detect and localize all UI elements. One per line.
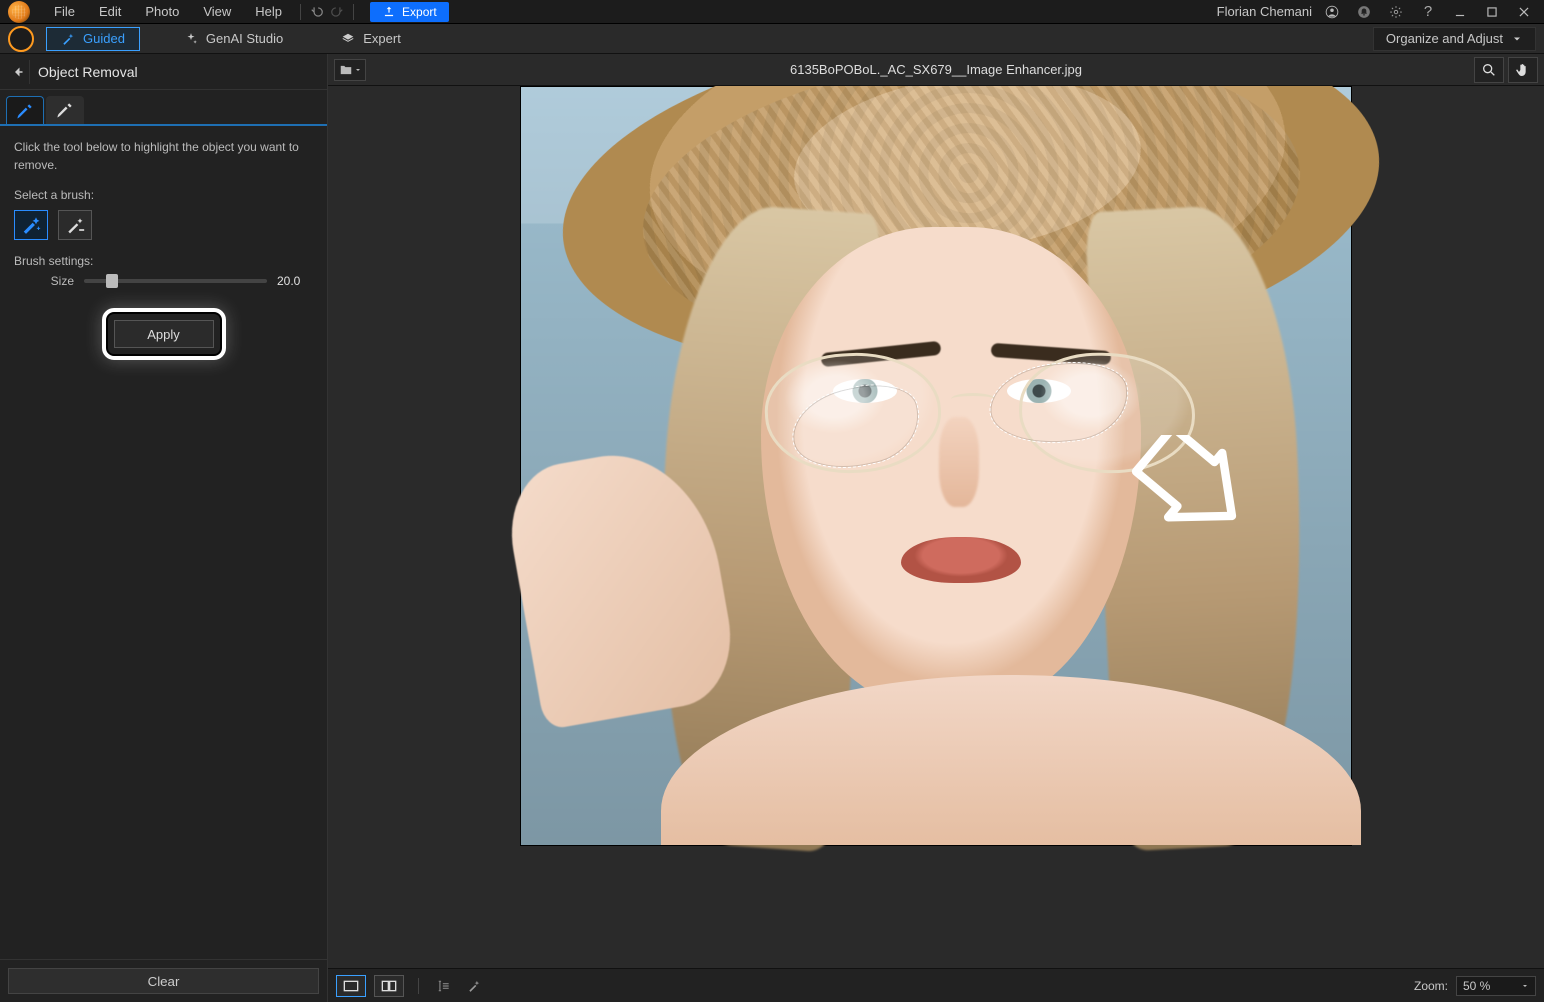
- export-button[interactable]: Export: [370, 2, 449, 22]
- divider: [418, 978, 419, 994]
- redo-icon: [330, 5, 344, 19]
- edited-image[interactable]: [520, 86, 1352, 846]
- wand-minus-icon: [65, 215, 85, 235]
- compare-button[interactable]: [433, 975, 455, 997]
- split-view-icon: [381, 980, 397, 992]
- color-picker-button[interactable]: [463, 975, 485, 997]
- menu-file[interactable]: File: [42, 0, 87, 24]
- mode-guided-label: Guided: [83, 31, 125, 46]
- close-button[interactable]: [1512, 0, 1536, 24]
- divider: [300, 4, 301, 20]
- instruction-text: Click the tool below to highlight the ob…: [14, 138, 313, 174]
- organize-label: Organize and Adjust: [1386, 31, 1503, 46]
- zoom-value: 50 %: [1463, 979, 1490, 993]
- apply-button[interactable]: Apply: [114, 320, 214, 348]
- undo-icon: [310, 5, 324, 19]
- lips: [901, 537, 1021, 583]
- size-value: 20.0: [277, 274, 313, 288]
- close-icon: [1517, 5, 1531, 19]
- brush-subtract[interactable]: [58, 210, 92, 240]
- menu-edit[interactable]: Edit: [87, 0, 133, 24]
- export-label: Export: [402, 5, 437, 19]
- tab-brush-mark[interactable]: [6, 96, 44, 124]
- organize-adjust-dropdown[interactable]: Organize and Adjust: [1373, 27, 1536, 51]
- glasses-bridge: [951, 393, 995, 405]
- undo-button[interactable]: [307, 0, 327, 24]
- zoom-label: Zoom:: [1414, 979, 1448, 993]
- mode-genai-label: GenAI Studio: [206, 31, 283, 46]
- minimize-button[interactable]: [1448, 0, 1472, 24]
- size-slider[interactable]: [84, 279, 267, 283]
- document-filename: 6135BoPOBoL._AC_SX679__Image Enhancer.jp…: [328, 62, 1544, 77]
- single-view-icon: [343, 980, 359, 992]
- view-split[interactable]: [374, 975, 404, 997]
- wand-plus-icon: [21, 215, 41, 235]
- redo-button[interactable]: [327, 0, 347, 24]
- mode-genai[interactable]: GenAI Studio: [170, 27, 297, 51]
- tab-brush-erase[interactable]: [46, 96, 84, 124]
- arrow-left-icon: [9, 63, 27, 81]
- select-brush-label: Select a brush:: [14, 188, 313, 202]
- menu-view[interactable]: View: [191, 0, 243, 24]
- panel-title: Object Removal: [38, 64, 138, 80]
- brush-icon: [15, 101, 35, 121]
- back-button[interactable]: [6, 60, 30, 84]
- brand-badge: [8, 26, 34, 52]
- wand-icon: [61, 32, 75, 46]
- size-label: Size: [14, 274, 74, 288]
- settings-button[interactable]: [1384, 0, 1408, 24]
- clear-button[interactable]: Clear: [8, 968, 319, 994]
- view-single[interactable]: [336, 975, 366, 997]
- zoom-dropdown[interactable]: 50 %: [1456, 976, 1536, 996]
- compare-icon: [437, 979, 451, 993]
- mode-guided[interactable]: Guided: [46, 27, 140, 51]
- notifications-button[interactable]: [1352, 0, 1376, 24]
- sparkle-icon: [184, 32, 198, 46]
- gear-icon: [1389, 5, 1403, 19]
- maximize-button[interactable]: [1480, 0, 1504, 24]
- maximize-icon: [1485, 5, 1499, 19]
- question-icon: ?: [1424, 3, 1432, 20]
- divider: [353, 4, 354, 20]
- mode-expert[interactable]: Expert: [327, 27, 415, 51]
- brush-erase-icon: [55, 100, 75, 120]
- mode-expert-label: Expert: [363, 31, 401, 46]
- app-logo: [8, 1, 30, 23]
- wand-small-icon: [467, 979, 481, 993]
- chevron-down-icon: [1511, 33, 1523, 45]
- pointer-arrow-overlay: [1119, 435, 1239, 555]
- help-button[interactable]: ?: [1416, 0, 1440, 24]
- brush-settings-label: Brush settings:: [14, 254, 313, 268]
- flame-icon: [14, 32, 28, 46]
- bell-icon: [1357, 5, 1371, 19]
- image-viewport[interactable]: [328, 86, 1544, 968]
- chevron-down-icon: [1521, 982, 1529, 990]
- brush-add[interactable]: [14, 210, 48, 240]
- menu-photo[interactable]: Photo: [133, 0, 191, 24]
- side-panel: Object Removal Click the tool below to h…: [0, 54, 328, 1002]
- export-icon: [382, 5, 396, 19]
- apply-highlight: Apply: [102, 308, 226, 360]
- layers-icon: [341, 32, 355, 46]
- user-name: Florian Chemani: [1217, 4, 1312, 19]
- account-button[interactable]: [1320, 0, 1344, 24]
- user-icon: [1325, 5, 1339, 19]
- menu-help[interactable]: Help: [243, 0, 294, 24]
- slider-thumb[interactable]: [106, 274, 118, 288]
- minimize-icon: [1453, 5, 1467, 19]
